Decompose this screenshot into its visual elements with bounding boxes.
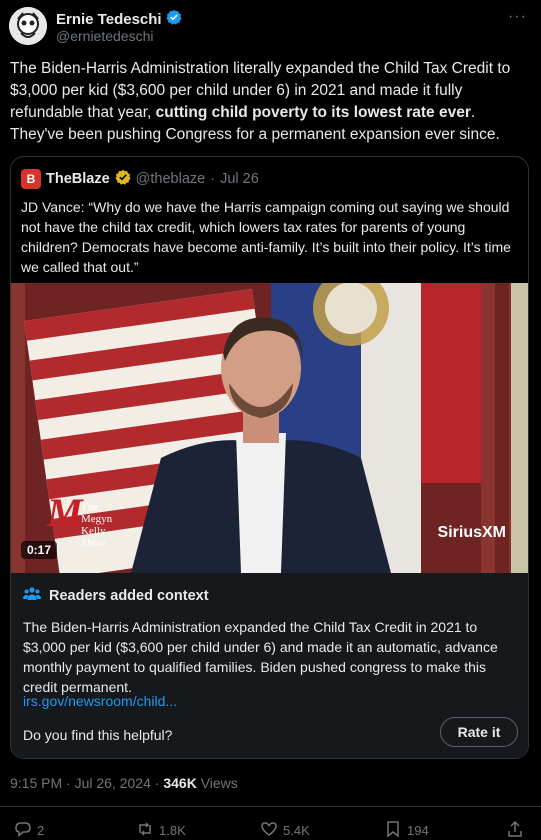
reply-button[interactable]: 2: [14, 820, 44, 840]
like-button[interactable]: 5.4K: [260, 820, 310, 840]
avatar[interactable]: [9, 7, 47, 45]
verified-badge-icon: [165, 9, 182, 30]
people-icon: [23, 586, 41, 606]
quote-author-handle[interactable]: @theblaze: [136, 171, 206, 187]
show-logo-line3: Kelly: [81, 525, 106, 537]
share-icon: [506, 820, 524, 840]
show-logo-line2: Megyn: [81, 513, 113, 525]
repost-icon: [136, 820, 154, 840]
siriusxm-watermark: SiriusXM: [437, 524, 506, 541]
meta-separator: ·: [66, 775, 71, 791]
reply-icon: [14, 820, 32, 840]
video-player[interactable]: M The Megyn Kelly Show SiriusXM 0:17: [11, 283, 528, 573]
repost-button[interactable]: 1.8K: [136, 820, 186, 840]
bookmark-icon: [384, 820, 402, 840]
tweet-text: The Biden-Harris Administration literall…: [10, 58, 530, 146]
like-count: 5.4K: [283, 823, 310, 838]
author-name[interactable]: Ernie Tedeschi: [56, 11, 162, 28]
share-button[interactable]: [506, 820, 524, 840]
context-source-link[interactable]: irs.gov/newsroom/child...: [23, 693, 177, 709]
heart-icon: [260, 820, 278, 840]
quote-author-name[interactable]: TheBlaze: [46, 171, 110, 187]
tweet-date[interactable]: Jul 26, 2024: [75, 775, 151, 791]
helpful-question: Do you find this helpful?: [23, 727, 173, 743]
community-notes-panel: Readers added context The Biden-Harris A…: [11, 573, 528, 758]
theblaze-logo: B: [21, 169, 41, 189]
context-text: The Biden-Harris Administration expanded…: [23, 619, 498, 695]
tweet-text-bold: cutting child poverty to its lowest rate…: [155, 104, 471, 121]
repost-count: 1.8K: [159, 823, 186, 838]
show-logo-line4: Show: [81, 537, 107, 549]
megyn-kelly-show-logo: M The Megyn Kelly Show: [47, 493, 113, 550]
meta-separator-2: ·: [154, 775, 160, 791]
tweet-header: Ernie Tedeschi @ernietedeschi ···: [8, 6, 531, 46]
show-logo-line1: The: [81, 501, 99, 513]
bookmark-count: 194: [407, 823, 429, 838]
author-handle[interactable]: @ernietedeschi: [56, 28, 154, 44]
views-label: Views: [200, 775, 238, 791]
video-timestamp: 0:17: [21, 541, 58, 559]
rate-it-button[interactable]: Rate it: [440, 717, 518, 747]
bookmark-button[interactable]: 194: [384, 820, 429, 840]
quoted-tweet[interactable]: B TheBlaze @theblaze · Jul 26 JD Vance: …: [10, 156, 529, 759]
context-title: Readers added context: [49, 588, 209, 604]
quote-text: JD Vance: “Why do we have the Harris cam…: [21, 199, 511, 275]
views-count: 346K: [163, 775, 197, 791]
tweet-meta: 9:15 PM · Jul 26, 2024 · 346K Views: [10, 775, 238, 791]
tweet-time[interactable]: 9:15 PM: [10, 775, 62, 791]
quote-separator: ·: [210, 171, 216, 187]
quote-date[interactable]: Jul 26: [220, 171, 259, 187]
divider: [0, 806, 541, 807]
show-logo-m: M: [47, 490, 83, 535]
more-options-icon[interactable]: ···: [508, 8, 527, 26]
reply-count: 2: [37, 823, 45, 838]
action-bar: 2 1.8K 5.4K 194: [0, 818, 541, 840]
gold-verified-badge-icon: [115, 169, 131, 189]
